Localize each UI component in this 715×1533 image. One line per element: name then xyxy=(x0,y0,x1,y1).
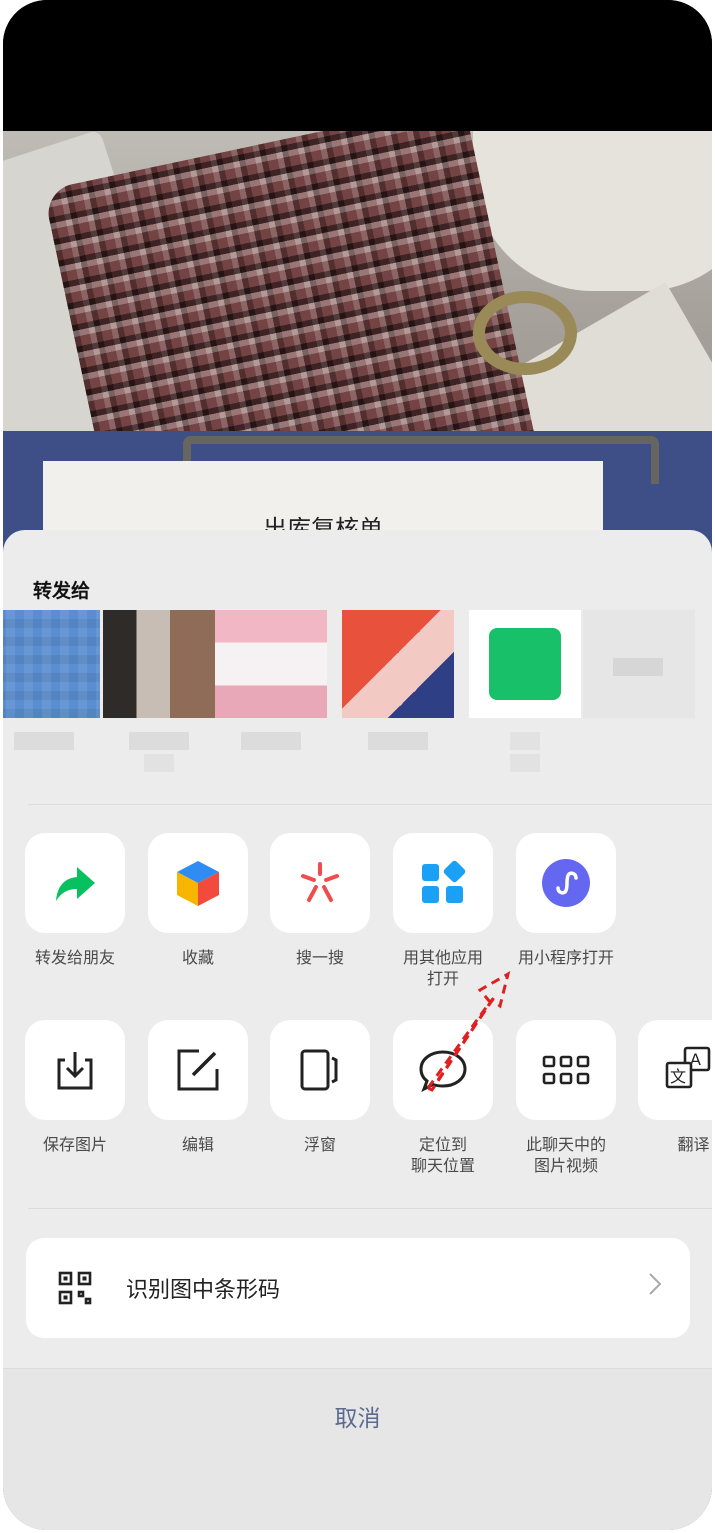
open-with-other-app-button[interactable]: 用其他应用 打开 xyxy=(382,833,504,989)
contact-name xyxy=(510,732,540,750)
share-sheet: 转发给 转发给朋友 收藏 搜一搜 用其他应用 打开 用小程序打开 保存图片 编辑… xyxy=(3,530,712,1530)
forward-arrow-icon xyxy=(56,867,95,901)
tile xyxy=(270,833,370,933)
contact-name xyxy=(129,732,189,750)
contact-item[interactable] xyxy=(469,610,581,772)
contact-item[interactable] xyxy=(583,610,695,718)
contact-name xyxy=(510,754,540,772)
tile xyxy=(25,833,125,933)
translate-button[interactable]: A 文 翻译 xyxy=(627,1020,712,1155)
share-title: 转发给 xyxy=(33,580,91,602)
chat-bubble-icon xyxy=(419,1050,467,1092)
cancel-area: 取消 xyxy=(3,1368,712,1530)
tile xyxy=(393,833,493,933)
action-label: 定位到 聊天位置 xyxy=(410,1135,475,1175)
photo-preview: 出库复核单 xyxy=(3,131,712,551)
open-with-mini-program-button[interactable]: 用小程序打开 xyxy=(505,833,627,968)
qr-code-icon xyxy=(58,1271,92,1305)
divider xyxy=(28,1208,712,1209)
contact-item[interactable] xyxy=(3,610,100,750)
contact-name xyxy=(14,732,74,750)
download-icon xyxy=(57,1052,93,1090)
photo-paper-top xyxy=(473,131,712,291)
chat-media-button[interactable]: 此聊天中的 图片视频 xyxy=(505,1020,627,1176)
action-label: 搜一搜 xyxy=(295,948,344,967)
divider xyxy=(28,804,712,805)
avatar xyxy=(583,610,695,718)
action-label: 用小程序打开 xyxy=(517,948,614,967)
contact-list[interactable] xyxy=(3,610,712,790)
floating-window-button[interactable]: 浮窗 xyxy=(259,1020,381,1155)
forward-to-friend-button[interactable]: 转发给朋友 xyxy=(14,833,136,968)
contact-item[interactable] xyxy=(103,610,215,772)
tile xyxy=(516,1020,616,1120)
avatar xyxy=(342,610,454,718)
save-image-button[interactable]: 保存图片 xyxy=(14,1020,136,1155)
avatar xyxy=(469,610,581,718)
locate-in-chat-button[interactable]: 定位到 聊天位置 xyxy=(382,1020,504,1176)
avatar xyxy=(103,610,215,718)
contact-item[interactable] xyxy=(215,610,327,750)
search-button[interactable]: 搜一搜 xyxy=(259,833,381,968)
cancel-button[interactable]: 取消 xyxy=(3,1399,712,1433)
avatar xyxy=(215,610,327,718)
action-label: 用其他应用 打开 xyxy=(402,948,483,988)
chevron-right-icon xyxy=(649,1273,662,1295)
action-row-1: 转发给朋友 收藏 搜一搜 用其他应用 打开 用小程序打开 xyxy=(3,833,712,1013)
favorite-cube-icon xyxy=(177,861,219,906)
photo-ring xyxy=(473,291,577,375)
action-label: 编辑 xyxy=(181,1135,214,1154)
media-grid-icon xyxy=(542,1055,590,1085)
contact-name xyxy=(241,732,301,750)
tile: A 文 xyxy=(638,1020,712,1120)
action-label: 此聊天中的 图片视频 xyxy=(525,1135,606,1175)
favorite-button[interactable]: 收藏 xyxy=(137,833,259,968)
phone-frame: 出库复核单 转发给 转发给朋友 收藏 搜一搜 用其他应用 打开 用小程序打开 保… xyxy=(3,0,712,1530)
scan-barcode-label: 识别图中条形码 xyxy=(126,1278,281,1303)
action-label: 翻译 xyxy=(677,1135,710,1154)
edit-icon xyxy=(177,1049,219,1091)
tile xyxy=(393,1020,493,1120)
contact-name xyxy=(368,732,428,750)
translate-icon: A 文 xyxy=(665,1046,711,1089)
apps-grid-icon xyxy=(422,860,466,903)
contact-item[interactable] xyxy=(342,610,454,750)
scan-barcode-button[interactable]: 识别图中条形码 xyxy=(26,1238,690,1338)
action-row-2: 保存图片 编辑 浮窗 定位到 聊天位置 此聊天中的 图片视频 A 文 翻译 xyxy=(3,1020,712,1200)
top-black-bar xyxy=(3,0,712,131)
mini-program-icon xyxy=(542,859,590,907)
tile xyxy=(148,1020,248,1120)
action-label: 保存图片 xyxy=(42,1135,107,1154)
edit-button[interactable]: 编辑 xyxy=(137,1020,259,1155)
action-label: 浮窗 xyxy=(303,1135,336,1154)
svg-text:文: 文 xyxy=(670,1067,686,1086)
tile xyxy=(148,833,248,933)
floating-window-icon xyxy=(300,1049,338,1091)
search-sparkle-icon xyxy=(301,862,339,902)
tile xyxy=(25,1020,125,1120)
tile xyxy=(270,1020,370,1120)
action-label: 转发给朋友 xyxy=(34,948,115,967)
contact-name xyxy=(144,754,174,772)
tile xyxy=(516,833,616,933)
action-label: 收藏 xyxy=(181,948,214,967)
avatar xyxy=(3,610,100,718)
